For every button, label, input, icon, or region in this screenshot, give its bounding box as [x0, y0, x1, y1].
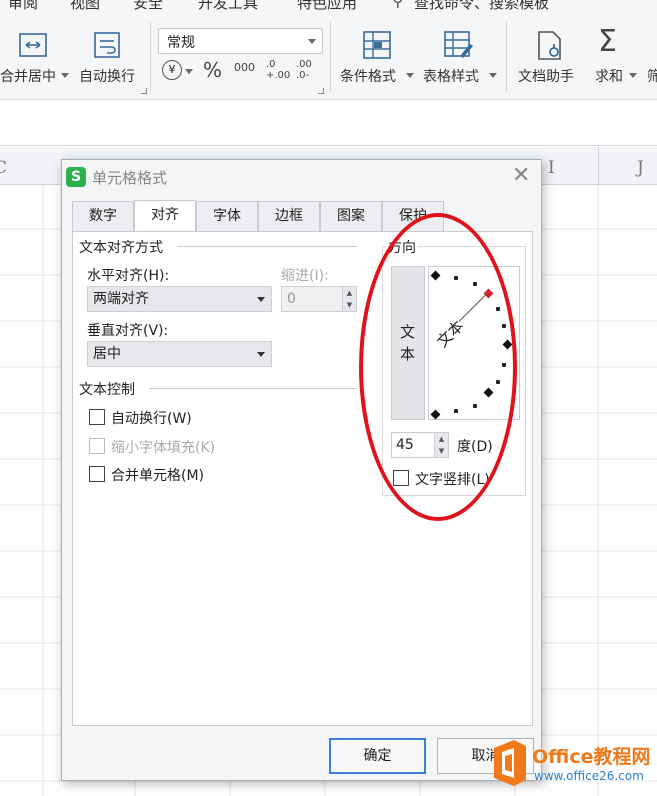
annotation-ellipse — [359, 213, 517, 521]
wrap-text-label: 自动换行 — [79, 69, 135, 85]
document-helper-button[interactable]: 文档助手 — [515, 22, 585, 94]
vertical-align-value: 居中 — [93, 346, 121, 362]
divider — [598, 147, 599, 185]
filter-button[interactable]: 筛 — [646, 22, 657, 94]
merge-center-button[interactable]: 合并居中 — [0, 22, 70, 94]
tab-border[interactable]: 边框 — [258, 201, 320, 231]
conditional-format-button[interactable]: 条件格式 — [338, 22, 416, 94]
sigma-icon: Σ — [598, 24, 617, 59]
chevron-down-icon — [185, 69, 193, 74]
wrap-text-icon — [94, 32, 120, 58]
tab-pattern[interactable]: 图案 — [320, 201, 382, 231]
table-style-button[interactable]: 表格样式 — [421, 22, 499, 94]
horizontal-align-select[interactable]: 两端对齐 — [87, 286, 272, 312]
group-launcher-icon[interactable] — [141, 88, 147, 94]
tab-number[interactable]: 数字 — [72, 201, 134, 231]
conditional-format-label: 条件格式 — [340, 69, 396, 85]
dialog-title: 单元格格式 — [92, 169, 168, 187]
office-logo-icon — [494, 740, 526, 786]
group-launcher-icon[interactable] — [318, 88, 324, 94]
percent-button[interactable]: % — [203, 58, 222, 82]
merge-cells-checkbox[interactable] — [89, 466, 105, 482]
ok-button[interactable]: 确定 — [329, 738, 426, 774]
app-logo-icon: S — [66, 167, 86, 187]
conditional-format-icon — [363, 31, 391, 59]
number-format-select[interactable]: 常规 — [158, 28, 323, 54]
wrap-text-button[interactable]: 自动换行 — [76, 22, 146, 94]
tab-alignment[interactable]: 对齐 — [134, 200, 196, 232]
indent-spinner[interactable]: 0 ▲ ▼ — [281, 286, 357, 312]
document-helper-label: 文档助手 — [518, 69, 574, 85]
vertical-align-label: 垂直对齐(V): — [87, 323, 169, 339]
watermark-url: www.office26.com — [534, 769, 644, 783]
close-icon[interactable]: ✕ — [512, 163, 530, 188]
merge-cells-option[interactable]: 合并单元格(M) — [111, 465, 204, 485]
chevron-down-icon — [629, 73, 637, 78]
table-style-icon — [444, 31, 473, 58]
column-header-j[interactable]: J — [637, 158, 644, 178]
divider — [506, 22, 507, 92]
vertical-align-select[interactable]: 居中 — [87, 341, 272, 367]
thousands-button[interactable]: 000 — [234, 61, 255, 74]
menu-tab-review[interactable]: 审阅 — [8, 0, 38, 13]
divider — [330, 22, 331, 92]
search-commands[interactable]: 查找命令、搜索模板 — [414, 0, 549, 13]
wrap-text-option[interactable]: 自动换行(W) — [111, 408, 192, 428]
indent-value: 0 — [287, 291, 296, 307]
chevron-down-icon — [257, 352, 265, 357]
chevron-down-icon — [257, 297, 265, 302]
formula-bar-area — [0, 100, 657, 146]
increase-decimal-button[interactable]: .0 +.00 — [266, 59, 290, 81]
column-header-c[interactable]: C — [0, 158, 7, 178]
menu-tab-view[interactable]: 视图 — [70, 0, 100, 13]
tab-font[interactable]: 字体 — [196, 201, 258, 231]
currency-icon: ¥ — [162, 60, 182, 80]
sum-button[interactable]: Σ 求和 — [592, 22, 640, 94]
column-header-i[interactable]: I — [548, 158, 555, 178]
divider — [149, 388, 357, 389]
document-wrench-icon — [538, 31, 561, 60]
ribbon: 审阅 视图 安全 开发工具 特色应用 ⚲ 查找命令、搜索模板 合并居中 自动换行… — [0, 0, 657, 100]
menu-tab-security[interactable]: 安全 — [133, 0, 163, 13]
watermark: Office教程网 www.office26.com — [488, 738, 657, 788]
wrap-text-checkbox[interactable] — [89, 409, 105, 425]
menu-tab-developer[interactable]: 开发工具 — [198, 0, 258, 13]
filter-label: 筛 — [647, 69, 657, 85]
merge-center-label: 合并居中 — [0, 69, 56, 85]
chevron-down-icon — [406, 73, 414, 78]
divider — [177, 246, 357, 247]
watermark-brand: Office教程网 — [532, 746, 651, 768]
divider — [150, 22, 151, 92]
menu-tab-special[interactable]: 特色应用 — [297, 0, 357, 13]
decrease-decimal-button[interactable]: .00 .0- — [296, 59, 318, 81]
horizontal-align-value: 两端对齐 — [93, 291, 149, 307]
section-text-alignment: 文本对齐方式 — [79, 240, 163, 256]
chevron-down-icon — [61, 73, 69, 78]
spin-down-icon[interactable]: ▼ — [342, 299, 356, 311]
search-icon[interactable]: ⚲ — [392, 0, 404, 10]
horizontal-align-label: 水平对齐(H): — [87, 268, 170, 284]
section-text-control: 文本控制 — [79, 382, 135, 398]
shrink-to-fit-checkbox — [89, 438, 105, 454]
merge-center-icon — [19, 33, 47, 57]
shrink-to-fit-option: 缩小字体填充(K) — [111, 440, 216, 456]
number-format-value: 常规 — [167, 35, 195, 51]
chevron-down-icon — [308, 39, 316, 44]
chevron-down-icon — [489, 73, 497, 78]
indent-label: 缩进(I): — [281, 268, 329, 284]
table-style-label: 表格样式 — [423, 69, 479, 85]
spin-up-icon[interactable]: ▲ — [342, 287, 356, 299]
currency-button[interactable]: ¥ — [162, 60, 193, 86]
sum-label: 求和 — [595, 69, 623, 85]
